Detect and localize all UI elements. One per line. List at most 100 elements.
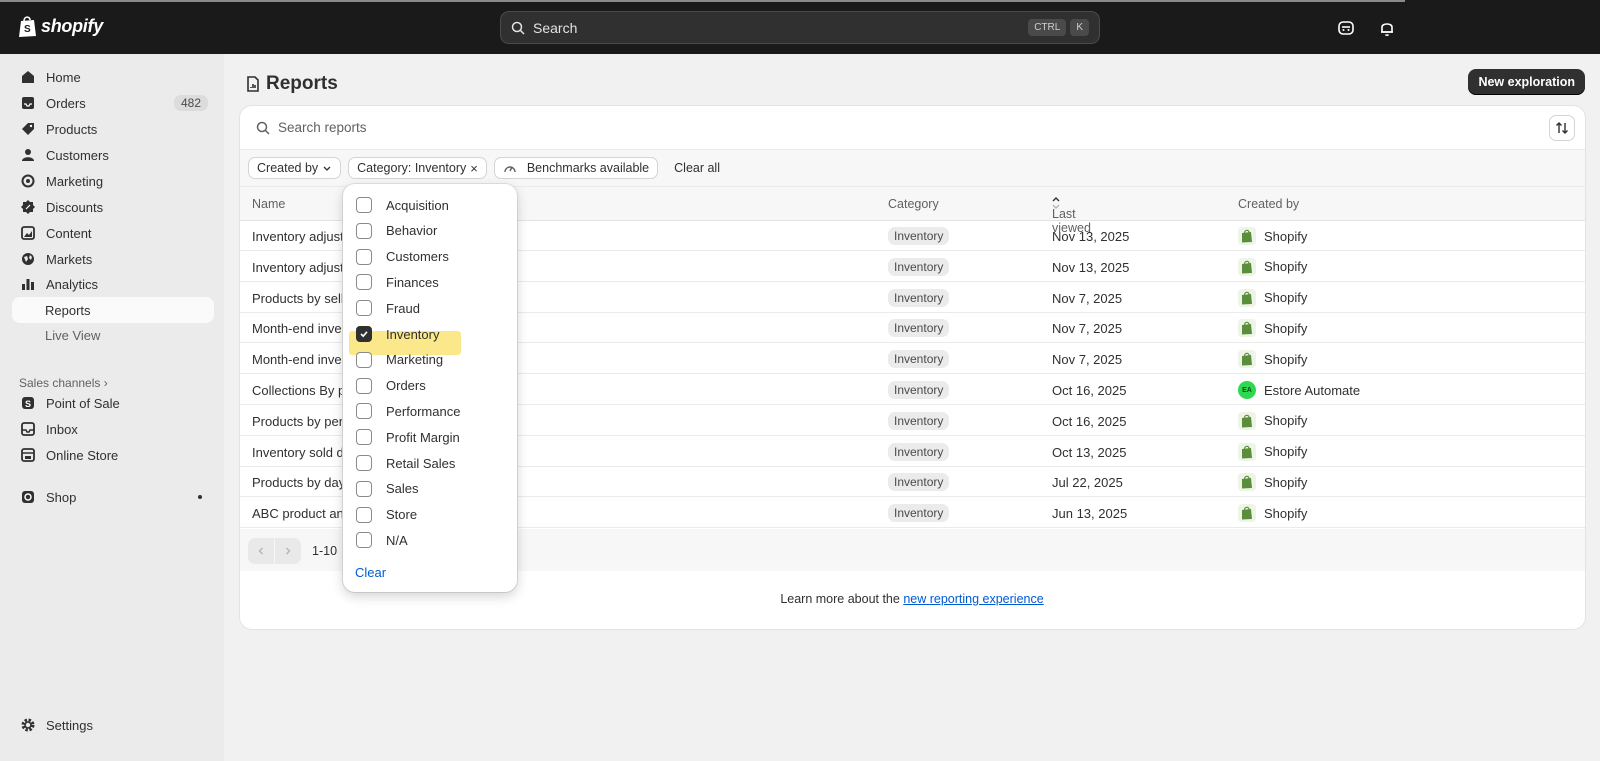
next-page-button[interactable] (275, 538, 301, 564)
created-by-column-header[interactable]: Created by (1238, 197, 1299, 211)
report-name[interactable]: Month-end inve (252, 352, 342, 367)
shopify-bag-icon (1238, 411, 1256, 430)
previous-page-button[interactable] (248, 538, 274, 564)
category-option-customers[interactable]: Customers (356, 246, 506, 268)
checkbox[interactable] (356, 351, 372, 368)
report-name[interactable]: ABC product an (252, 506, 344, 521)
shopify-logo[interactable]: S shopify (18, 15, 103, 38)
report-name[interactable]: Products by per (252, 414, 343, 429)
report-name[interactable]: Products by sell (252, 291, 344, 306)
shopify-bag-icon (1238, 350, 1256, 369)
sidebar-item-markets[interactable]: Markets (12, 246, 214, 272)
category-filter[interactable]: Category: Inventory × (348, 157, 487, 179)
category-option-inventory[interactable]: Inventory (356, 323, 506, 345)
orders-count-badge: 482 (173, 95, 208, 111)
sidebar-item-live-view[interactable]: Live View (12, 322, 214, 348)
category-option-profit-margin[interactable]: Profit Margin (356, 426, 506, 448)
category-option-finances[interactable]: Finances (356, 271, 506, 293)
checkbox[interactable] (356, 377, 372, 394)
created-by-cell: EA Estore Automate (1238, 381, 1360, 399)
checkbox[interactable] (356, 197, 372, 213)
report-name[interactable]: Collections By p (252, 383, 345, 398)
sidebar-item-home[interactable]: Home (12, 64, 214, 90)
chevron-down-icon (323, 166, 331, 171)
clear-all-button[interactable]: Clear all (665, 157, 729, 179)
checkbox[interactable] (356, 429, 372, 446)
global-search[interactable]: Search CTRL K (500, 11, 1100, 44)
checkbox[interactable] (356, 300, 372, 317)
category-option-performance[interactable]: Performance (356, 400, 506, 422)
inbox-icon (20, 95, 36, 111)
category-badge: Inventory (888, 227, 950, 245)
name-column-header[interactable]: Name (252, 197, 285, 211)
chevron-right-icon: › (103, 376, 108, 390)
category-option-n-a[interactable]: N/A (356, 529, 506, 551)
sidebar-item-customers[interactable]: Customers (12, 142, 214, 168)
report-name[interactable]: Products by day (252, 475, 345, 490)
category-option-sales[interactable]: Sales (356, 478, 506, 500)
checkbox[interactable] (356, 222, 372, 239)
close-icon[interactable]: × (470, 161, 478, 176)
sidebar-item-analytics[interactable]: Analytics (12, 271, 214, 297)
checkbox[interactable] (356, 532, 372, 549)
content-icon (20, 225, 36, 241)
sidebar-item-discounts[interactable]: Discounts (12, 194, 214, 220)
sidebar-item-point-of-sale[interactable]: S Point of Sale (12, 390, 214, 416)
sidebar-item-inbox[interactable]: Inbox (12, 416, 214, 442)
created-by-cell: Shopify (1238, 350, 1307, 369)
last-viewed-date: Nov 7, 2025 (1052, 290, 1123, 306)
created-by-filter[interactable]: Created by (248, 157, 342, 179)
creator-name: Shopify (1264, 290, 1308, 306)
sidebar-item-label: Home (46, 69, 81, 85)
checkbox[interactable] (356, 455, 372, 471)
sidebar-item-label: Settings (46, 717, 93, 733)
last-viewed-date: Nov 7, 2025 (1052, 352, 1123, 368)
sidebar-item-marketing[interactable]: Marketing (12, 168, 214, 194)
report-name[interactable]: Inventory adjust (252, 260, 344, 275)
sales-channels-heading[interactable]: Sales channels › (19, 376, 108, 390)
category-option-retail-sales[interactable]: Retail Sales (356, 452, 506, 474)
page-title-text: Reports (266, 73, 338, 94)
category-option-behavior[interactable]: Behavior (356, 220, 506, 242)
sidebar-item-label: Customers (46, 147, 109, 163)
option-label: Behavior (386, 223, 438, 239)
sidebar-item-orders[interactable]: Orders 482 (12, 90, 214, 116)
sidebar-item-settings[interactable]: Settings (12, 712, 214, 738)
sidebar-item-online-store[interactable]: Online Store (12, 442, 214, 468)
sidekick-icon[interactable] (1336, 18, 1356, 38)
category-column-header[interactable]: Category (888, 197, 939, 211)
sort-button[interactable] (1549, 115, 1575, 141)
category-option-orders[interactable]: Orders (356, 375, 506, 397)
option-label: Inventory (386, 326, 440, 342)
category-option-fraud[interactable]: Fraud (356, 297, 506, 319)
last-viewed-column-header[interactable]: Last viewed (1052, 197, 1091, 235)
sidebar-item-content[interactable]: Content (12, 220, 214, 246)
checkbox[interactable] (356, 403, 372, 420)
checkbox[interactable] (356, 480, 372, 497)
sidebar-item-label: Discounts (46, 199, 104, 215)
checkbox[interactable] (356, 274, 372, 291)
top-stripe (0, 0, 1405, 2)
sidebar-item-reports[interactable]: Reports (12, 297, 214, 323)
sidebar-item-products[interactable]: Products (12, 116, 214, 142)
checkbox[interactable] (356, 326, 372, 342)
bell-icon[interactable] (1377, 18, 1397, 38)
reports-search-input[interactable]: Search reports (240, 106, 1585, 150)
new-reporting-experience-link[interactable]: new reporting experience (903, 592, 1043, 606)
new-exploration-button[interactable]: New exploration (1468, 69, 1585, 95)
clear-categories-button[interactable]: Clear (355, 565, 386, 580)
creator-name: Shopify (1264, 474, 1308, 490)
benchmarks-filter[interactable]: Benchmarks available (493, 157, 659, 179)
category-option-store[interactable]: Store (356, 504, 506, 526)
search-icon (256, 121, 270, 135)
report-name[interactable]: Inventory adjust (252, 229, 344, 244)
report-name[interactable]: Month-end inve (252, 321, 342, 336)
globe-icon (20, 251, 36, 267)
category-option-acquisition[interactable]: Acquisition (356, 194, 506, 216)
category-dropdown: Acquisition Behavior Customers Finances Frau… (343, 184, 517, 592)
sidebar-item-shop[interactable]: Shop (12, 484, 214, 510)
checkbox[interactable] (356, 506, 372, 523)
checkbox[interactable] (356, 248, 372, 265)
category-option-marketing[interactable]: Marketing (356, 349, 506, 371)
report-name[interactable]: Inventory sold d (252, 445, 344, 460)
